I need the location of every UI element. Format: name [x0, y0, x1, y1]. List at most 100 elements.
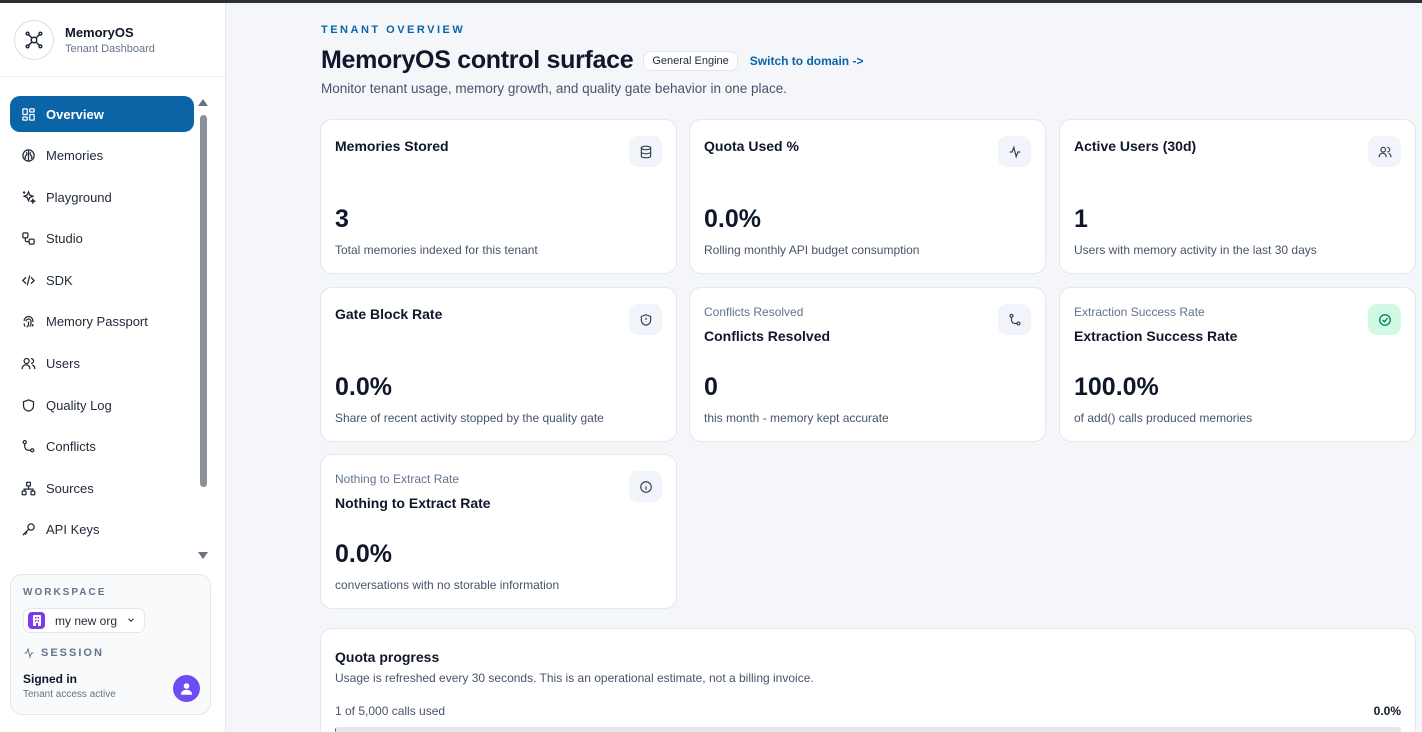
git-merge-icon [20, 439, 36, 455]
session-label: SESSION [41, 647, 104, 659]
quota-percent: 0.0% [1373, 704, 1401, 718]
card-value: 0.0% [704, 205, 761, 233]
card-description: Share of recent activity stopped by the … [335, 411, 604, 425]
sidebar-item-label: Overview [46, 106, 104, 122]
card-value: 0 [704, 373, 718, 401]
session-header: SESSION [23, 647, 198, 659]
card-description: Total memories indexed for this tenant [335, 243, 538, 257]
sidebar-item-users[interactable]: Users [10, 346, 194, 382]
sidebar-item-overview[interactable]: Overview [10, 96, 194, 132]
brain-icon [20, 148, 36, 164]
sidebar-item-playground[interactable]: Playground [10, 179, 194, 215]
code-icon [20, 272, 36, 288]
brand-name: MemoryOS [65, 24, 134, 40]
activity-icon [998, 136, 1031, 167]
sidebar-item-label: API Keys [46, 522, 100, 538]
sidebar-nav: Overview Memories Playground Studio SDK … [10, 96, 194, 554]
sidebar-item-sdk[interactable]: SDK [10, 262, 194, 298]
memoryos-logo-icon [14, 19, 54, 60]
chevron-down-icon [126, 614, 136, 628]
brand[interactable]: MemoryOS Tenant Dashboard [0, 3, 225, 77]
sidebar-item-sources[interactable]: Sources [10, 470, 194, 506]
org-name: my new org [55, 613, 118, 628]
page-eyebrow: TENANT OVERVIEW [321, 24, 466, 36]
sidebar-item-label: Sources [46, 480, 94, 496]
workspace-label: WORKSPACE [23, 587, 107, 598]
card-value: 0.0% [335, 373, 392, 401]
sidebar-item-label: Playground [46, 189, 112, 205]
card-label: Memories Stored [335, 138, 449, 154]
sidebar-item-memory-passport[interactable]: Memory Passport [10, 304, 194, 340]
card-description: this month - memory kept accurate [704, 411, 889, 425]
git-merge-icon [998, 304, 1031, 335]
page-title: MemoryOS control surface [321, 46, 634, 74]
switch-domain-link[interactable]: Switch to domain -> [750, 54, 864, 68]
main-content: TENANT OVERVIEW MemoryOS control surface… [226, 3, 1422, 732]
network-icon [20, 480, 36, 496]
users-icon [1368, 136, 1401, 167]
card-value: 3 [335, 205, 349, 233]
engine-badge: General Engine [643, 50, 738, 71]
key-icon [20, 522, 36, 538]
shield-icon [20, 397, 36, 413]
card-label: Gate Block Rate [335, 306, 443, 322]
sidebar-item-quality-log[interactable]: Quality Log [10, 387, 194, 423]
metric-card-nothing-to-extract: Nothing to Extract Rate Nothing to Extra… [320, 454, 677, 609]
sidebar-item-label: Conflicts [46, 439, 96, 455]
building-icon [28, 612, 45, 629]
card-description: Users with memory activity in the last 3… [1074, 243, 1317, 257]
scroll-down-arrow-icon[interactable] [198, 552, 208, 559]
avatar[interactable] [173, 675, 200, 702]
signed-in-status: Signed in [23, 672, 77, 686]
scroll-up-arrow-icon[interactable] [198, 99, 208, 106]
signed-in-subtitle: Tenant access active [23, 689, 116, 700]
quota-subtitle: Usage is refreshed every 30 seconds. Thi… [335, 671, 814, 685]
shield-icon [629, 304, 662, 335]
card-label: Extraction Success Rate [1074, 328, 1238, 344]
quota-usage-text: 1 of 5,000 calls used [335, 704, 446, 718]
fingerprint-icon [20, 314, 36, 330]
scrollbar-thumb[interactable] [200, 115, 207, 487]
activity-icon [24, 647, 34, 659]
card-kicker: Extraction Success Rate [1074, 305, 1205, 319]
sidebar-item-label: Memory Passport [46, 314, 148, 330]
card-label: Active Users (30d) [1074, 138, 1197, 154]
card-kicker: Nothing to Extract Rate [335, 472, 460, 486]
users-icon [20, 356, 36, 372]
card-value: 100.0% [1074, 373, 1159, 401]
sidebar-scrollbar[interactable] [198, 99, 209, 559]
sidebar-item-label: Studio [46, 231, 83, 247]
grid-icon [20, 106, 36, 122]
brand-subtitle: Tenant Dashboard [65, 42, 155, 55]
card-kicker: Conflicts Resolved [704, 305, 804, 319]
page-subtitle: Monitor tenant usage, memory growth, and… [321, 81, 788, 96]
card-label: Conflicts Resolved [704, 328, 831, 344]
card-description: Rolling monthly API budget consumption [704, 243, 920, 257]
database-icon [629, 136, 662, 167]
card-description: conversations with no storable informati… [335, 578, 560, 592]
metric-card-gate-block-rate: Gate Block Rate 0.0% Share of recent act… [320, 287, 677, 442]
card-value: 1 [1074, 205, 1088, 233]
sidebar-item-studio[interactable]: Studio [10, 221, 194, 257]
card-label: Quota Used % [704, 138, 799, 154]
org-selector[interactable]: my new org [23, 608, 146, 633]
metric-card-conflicts-resolved: Conflicts Resolved Conflicts Resolved 0 … [689, 287, 1046, 442]
user-icon [180, 683, 193, 695]
quota-progress-panel: Quota progress Usage is refreshed every … [320, 628, 1416, 732]
check-circle-icon [1368, 304, 1401, 335]
sidebar-item-label: Users [46, 356, 80, 372]
quota-title: Quota progress [335, 649, 440, 665]
sidebar-item-label: Quality Log [46, 397, 112, 413]
card-value: 0.0% [335, 540, 392, 568]
sidebar-item-label: SDK [46, 272, 73, 288]
card-description: of add() calls produced memories [1074, 411, 1253, 425]
sidebar: MemoryOS Tenant Dashboard Overview Memor… [0, 3, 226, 732]
quota-progress-bar [335, 727, 1401, 732]
workspace-panel: WORKSPACE my new org SESSION Signed in T… [10, 574, 211, 715]
sidebar-item-conflicts[interactable]: Conflicts [10, 429, 194, 465]
workflow-icon [20, 231, 36, 247]
sparkles-icon [20, 189, 36, 205]
sidebar-item-api-keys[interactable]: API Keys [10, 512, 194, 548]
sidebar-item-memories[interactable]: Memories [10, 138, 194, 174]
metric-card-active-users: Active Users (30d) 1 Users with memory a… [1059, 119, 1416, 274]
